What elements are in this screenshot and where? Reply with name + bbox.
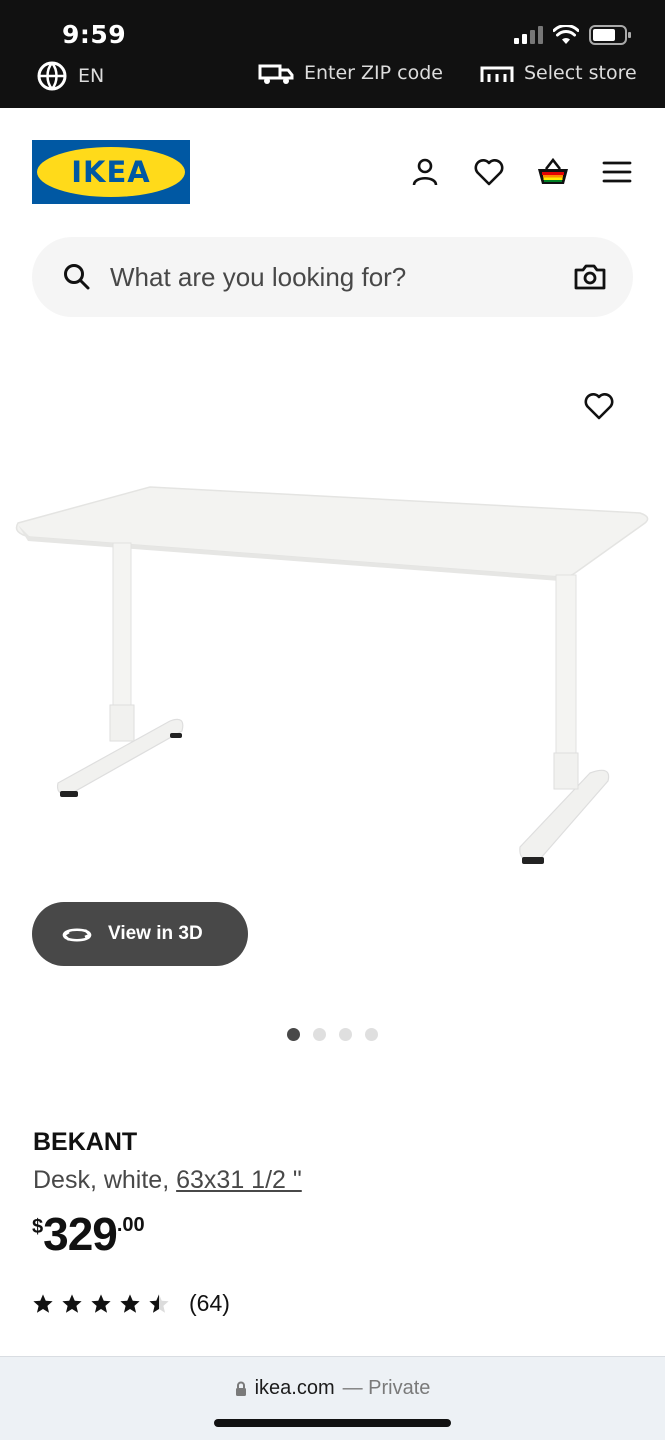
heart-icon[interactable]	[471, 154, 507, 190]
ikea-logo[interactable]: IKEA	[32, 140, 190, 204]
basket-icon[interactable]	[535, 154, 571, 190]
header-icons	[407, 154, 635, 190]
top-bar: 9:59 EN Enter ZIP code Select store	[0, 0, 665, 108]
product-size-link[interactable]: 63x31 1/2 "	[176, 1166, 302, 1194]
store-selector[interactable]: Select store	[480, 60, 637, 86]
gallery-dot-4[interactable]	[365, 1028, 378, 1041]
store-label: Select store	[524, 62, 637, 84]
favorite-heart-icon[interactable]	[583, 391, 619, 427]
store-icon	[480, 66, 514, 82]
globe-icon	[37, 61, 67, 91]
menu-icon[interactable]	[599, 154, 635, 190]
camera-icon[interactable]	[573, 260, 607, 294]
home-indicator[interactable]	[214, 1419, 451, 1427]
product-image-desk	[15, 486, 649, 864]
gallery-dot-3[interactable]	[339, 1028, 352, 1041]
language-selector[interactable]: EN	[36, 60, 104, 92]
cellular-signal-icon	[514, 26, 543, 44]
product-description-text: Desk, white,	[33, 1166, 170, 1194]
price-currency: $	[32, 1216, 44, 1238]
search-bar[interactable]	[32, 237, 633, 317]
lock-icon	[235, 1381, 246, 1396]
status-icons	[514, 24, 631, 46]
product-name: BEKANT	[33, 1128, 138, 1156]
zip-label: Enter ZIP code	[304, 62, 443, 84]
private-mode-label: — Private	[342, 1377, 431, 1399]
product-rating[interactable]: (64)	[32, 1290, 230, 1317]
url-domain: ikea.com	[254, 1377, 335, 1399]
price-integer: 329	[43, 1208, 118, 1260]
search-input[interactable]	[110, 261, 573, 293]
view-in-3d-label: View in 3D	[108, 923, 203, 944]
logo-oval: IKEA	[37, 147, 185, 197]
rotate-3d-icon	[62, 928, 92, 942]
zip-selector[interactable]: Enter ZIP code	[258, 60, 443, 86]
star-full-icon	[62, 1293, 82, 1313]
browser-address-bar[interactable]: ikea.com — Private	[0, 1356, 665, 1440]
price-decimal: .00	[116, 1214, 145, 1236]
search-icon	[64, 264, 90, 290]
gallery-pagination	[0, 1028, 665, 1041]
view-in-3d-button[interactable]: View in 3D	[32, 902, 248, 966]
star-half-icon	[149, 1293, 169, 1313]
wifi-icon	[553, 25, 579, 44]
utility-strip: EN Enter ZIP code Select store	[0, 54, 665, 91]
battery-icon	[589, 25, 631, 45]
product-price: $ 329 .00	[32, 1208, 145, 1260]
url-display[interactable]: ikea.com — Private	[0, 1377, 665, 1400]
truck-icon	[258, 64, 294, 84]
gallery-dot-2[interactable]	[313, 1028, 326, 1041]
product-description: Desk, white, 63x31 1/2 "	[33, 1166, 302, 1195]
gallery-dot-1[interactable]	[287, 1028, 300, 1041]
star-full-icon	[33, 1293, 53, 1313]
language-label: EN	[78, 65, 105, 87]
star-full-icon	[91, 1293, 111, 1313]
logo-text: IKEA	[71, 155, 151, 189]
account-icon[interactable]	[407, 154, 443, 190]
review-count: (64)	[189, 1290, 230, 1316]
star-full-icon	[120, 1293, 140, 1313]
status-time: 9:59	[62, 20, 127, 49]
product-gallery[interactable]: View in 3D	[0, 345, 665, 1041]
